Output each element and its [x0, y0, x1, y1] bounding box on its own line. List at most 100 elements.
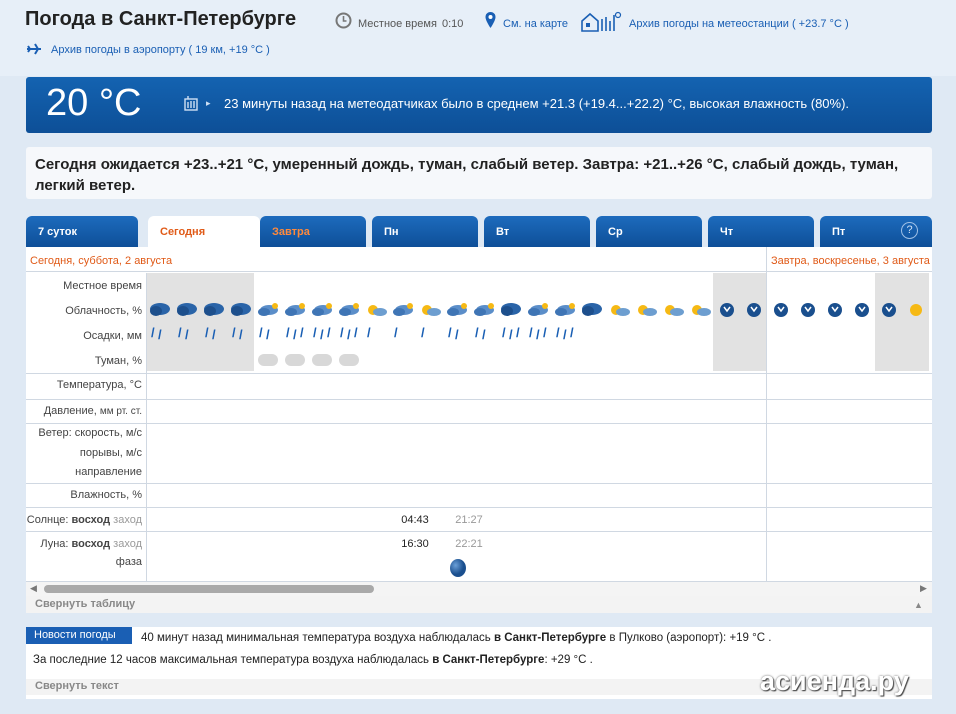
scrollbar-thumb[interactable]: [44, 585, 374, 593]
raindrop-icon: /: [212, 327, 216, 342]
raindrop-icon: /: [367, 325, 371, 340]
airplane-icon: [27, 43, 41, 55]
raindrop-icon: /: [455, 327, 459, 342]
label-humidity: Влажность, %: [70, 489, 142, 501]
news-line-1: 40 минут назад минимальная температура в…: [141, 632, 772, 644]
raindrop-icon: /: [340, 325, 344, 340]
today-date-header: Сегодня, суббота, 2 августа: [30, 255, 173, 267]
fog-icon: [312, 354, 332, 366]
raindrop-icon: /: [543, 325, 547, 340]
row-divider: [26, 531, 932, 532]
raindrop-icon: /: [232, 325, 236, 340]
station-archive-link[interactable]: Архив погоды на метеостанции ( +23.7 °C …: [629, 18, 849, 30]
news-line-2: За последние 12 часов максимальная темпе…: [33, 654, 593, 666]
raindrop-icon: /: [347, 327, 351, 342]
rain-cloud-icon: [204, 303, 224, 316]
fog-icon: [258, 354, 278, 366]
sunset-time: 21:27: [455, 514, 483, 526]
current-temperature: 20 °C: [46, 82, 142, 124]
fog-icon: [285, 354, 305, 366]
raindrop-icon: /: [205, 325, 209, 340]
raindrop-icon: /: [421, 325, 425, 340]
raindrop-icon: /: [239, 327, 243, 342]
partly-cloudy-icon: [312, 303, 332, 316]
row-divider: [26, 423, 932, 424]
label-direction: направление: [75, 466, 142, 478]
label-moon: Луна: восход заход: [40, 538, 142, 550]
sun-icon: [910, 304, 922, 316]
label-pressure: Давление, мм рт. ст.: [43, 405, 142, 417]
raindrop-icon: /: [536, 327, 540, 342]
night-clear-icon: [801, 303, 815, 317]
raindrop-icon: /: [158, 327, 162, 342]
map-pin-icon: [485, 12, 496, 28]
night-shade: [713, 273, 767, 371]
table-scrollbar[interactable]: ◀ ▶: [26, 582, 932, 596]
tab-today[interactable]: Сегодня: [148, 216, 260, 248]
raindrop-icon: /: [266, 327, 270, 342]
label-time: Местное время: [63, 280, 142, 292]
night-clear-icon: [747, 303, 761, 317]
raindrop-icon: /: [556, 325, 560, 340]
collapse-table-link[interactable]: Свернуть таблицу: [26, 596, 932, 613]
scroll-left-icon[interactable]: ◀: [30, 583, 37, 594]
sun-cloud-icon: [422, 305, 441, 316]
tomorrow-date-header: Завтра, воскресенье, 3 августа: [771, 255, 930, 267]
label-fog: Туман, %: [94, 355, 142, 367]
watermark: асиенда.ру: [760, 666, 909, 696]
sun-cloud-icon: [368, 305, 387, 316]
tab-tomorrow[interactable]: Завтра: [260, 216, 366, 247]
map-link[interactable]: См. на карте: [503, 18, 568, 30]
raindrop-icon: /: [151, 325, 155, 340]
rain-cloud-icon: [582, 303, 602, 316]
partly-cloudy-icon: [393, 303, 413, 316]
label-wind-speed: Ветер: скорость, м/с: [38, 427, 142, 439]
raindrop-icon: /: [394, 325, 398, 340]
weather-station-icon: [581, 11, 622, 32]
moonset-time: 22:21: [455, 538, 483, 550]
night-shade: [875, 273, 929, 371]
sun-cloud-icon: [692, 305, 711, 316]
collapse-up-icon[interactable]: ▲: [914, 600, 923, 610]
raindrop-icon: /: [259, 325, 263, 340]
label-gusts: порывы, м/с: [79, 447, 142, 459]
label-sun: Солнце: восход заход: [26, 514, 142, 526]
sun-cloud-icon: [611, 305, 630, 316]
tab-7-days[interactable]: 7 суток: [26, 216, 138, 247]
airport-archive-link[interactable]: Архив погоды в аэропорту ( 19 км, +19 °C…: [51, 44, 270, 56]
scroll-right-icon[interactable]: ▶: [920, 583, 927, 594]
label-cloud: Облачность, %: [65, 305, 142, 317]
row-divider: [26, 507, 932, 508]
forecast-table: Сегодня, суббота, 2 августа Завтра, воск…: [26, 247, 932, 612]
raindrop-icon: /: [286, 325, 290, 340]
night-clear-icon: [855, 303, 869, 317]
raindrop-icon: /: [320, 327, 324, 342]
moon-phase-icon: [450, 559, 466, 577]
partly-cloudy-icon: [447, 303, 467, 316]
raindrop-icon: /: [293, 327, 297, 342]
label-precip: Осадки, мм: [83, 330, 142, 342]
night-shade: [146, 273, 254, 371]
tab-tuesday[interactable]: Вт: [484, 216, 590, 247]
partly-cloudy-icon: [528, 303, 548, 316]
local-time-value: 0:10: [442, 18, 464, 30]
raindrop-icon: /: [313, 325, 317, 340]
rain-cloud-icon: [231, 303, 251, 316]
help-icon[interactable]: ?: [901, 222, 918, 239]
tab-wednesday[interactable]: Ср: [596, 216, 702, 247]
clock-icon: [335, 12, 352, 29]
raindrop-icon: /: [570, 325, 574, 340]
fog-icon: [339, 354, 359, 366]
tab-monday[interactable]: Пн: [372, 216, 478, 247]
page-header: Погода в Санкт-Петербурге Местное время …: [0, 0, 956, 76]
sun-cloud-icon: [638, 305, 657, 316]
raindrop-icon: /: [185, 327, 189, 342]
news-tab[interactable]: Новости погоды: [26, 627, 132, 644]
column-divider: [766, 247, 767, 581]
tab-thursday[interactable]: Чт: [708, 216, 814, 247]
partly-cloudy-icon: [285, 303, 305, 316]
row-divider: [26, 271, 932, 272]
sun-cloud-icon: [665, 305, 684, 316]
raindrop-icon: /: [354, 325, 358, 340]
raindrop-icon: /: [529, 325, 533, 340]
